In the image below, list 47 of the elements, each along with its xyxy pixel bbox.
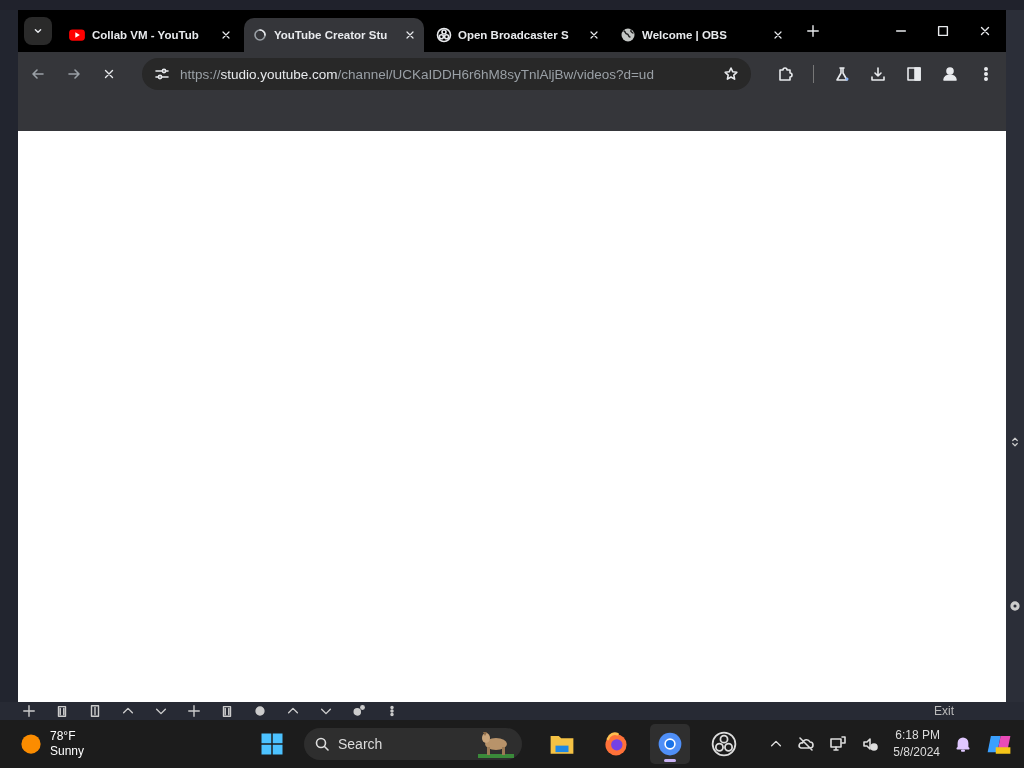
weather-condition: Sunny	[50, 744, 85, 759]
maximize-icon[interactable]	[936, 24, 950, 38]
puzzle-icon[interactable]	[777, 66, 793, 82]
plus-icon[interactable]	[22, 704, 36, 718]
browser-tab[interactable]: Open Broadcaster S	[428, 18, 608, 52]
gears-icon[interactable]	[352, 704, 366, 718]
video-play-icon	[68, 26, 86, 44]
side-panel-icon[interactable]	[906, 66, 922, 82]
clock[interactable]: 6:18 PM 5/8/2024	[893, 727, 940, 761]
browser-icon[interactable]	[657, 731, 683, 757]
stop-loading-icon[interactable]	[102, 67, 116, 81]
loading-icon	[252, 27, 268, 43]
close-icon[interactable]	[978, 24, 992, 38]
taskbar-app-button[interactable]	[650, 724, 690, 764]
address-bar[interactable]: https://studio.youtube.com/channel/UCKaIDDH6r6hM8syTnlAljBw/videos?d=ud	[142, 58, 751, 90]
site-settings-icon	[154, 66, 170, 82]
profile-icon[interactable]	[942, 66, 958, 82]
sun-icon[interactable]	[20, 733, 42, 755]
back-icon[interactable]	[30, 66, 46, 82]
browser-tab[interactable]: Collab VM - YouTub	[60, 18, 240, 52]
search-field[interactable]: Search	[304, 728, 522, 760]
globe-icon	[620, 27, 636, 43]
download-icon[interactable]	[870, 66, 886, 82]
forward-icon[interactable]	[66, 66, 82, 82]
close-icon[interactable]	[588, 29, 600, 41]
plus-icon[interactable]	[806, 24, 820, 38]
temperature: 78°F	[50, 729, 77, 744]
close-icon[interactable]	[772, 29, 784, 41]
browser-tab[interactable]: YouTube Creator Stu	[244, 18, 424, 52]
plus-icon[interactable]	[187, 704, 201, 718]
url-text: https://studio.youtube.com/channel/UCKaIDDH6r6hM8syTnlAljBw/videos?d=ud	[180, 66, 655, 82]
obs-icon	[436, 27, 452, 43]
up-down-icon[interactable]	[1009, 435, 1021, 449]
close-icon[interactable]	[220, 29, 232, 41]
windows-start-icon[interactable]	[260, 732, 284, 756]
cloud-off-icon[interactable]	[797, 736, 816, 752]
speaker-muted-icon[interactable]	[861, 736, 880, 752]
close-icon[interactable]	[404, 29, 416, 41]
exit-button[interactable]: Exit	[934, 704, 954, 718]
obs-icon[interactable]	[711, 731, 737, 757]
flask-icon[interactable]	[834, 66, 850, 82]
fox-icon[interactable]	[603, 731, 629, 757]
search-icon	[314, 736, 330, 752]
network-icon[interactable]	[829, 736, 848, 752]
browser-tab[interactable]: Welcome | OBS	[612, 18, 792, 52]
star-icon[interactable]	[723, 66, 739, 82]
bell-icon[interactable]	[954, 735, 972, 753]
